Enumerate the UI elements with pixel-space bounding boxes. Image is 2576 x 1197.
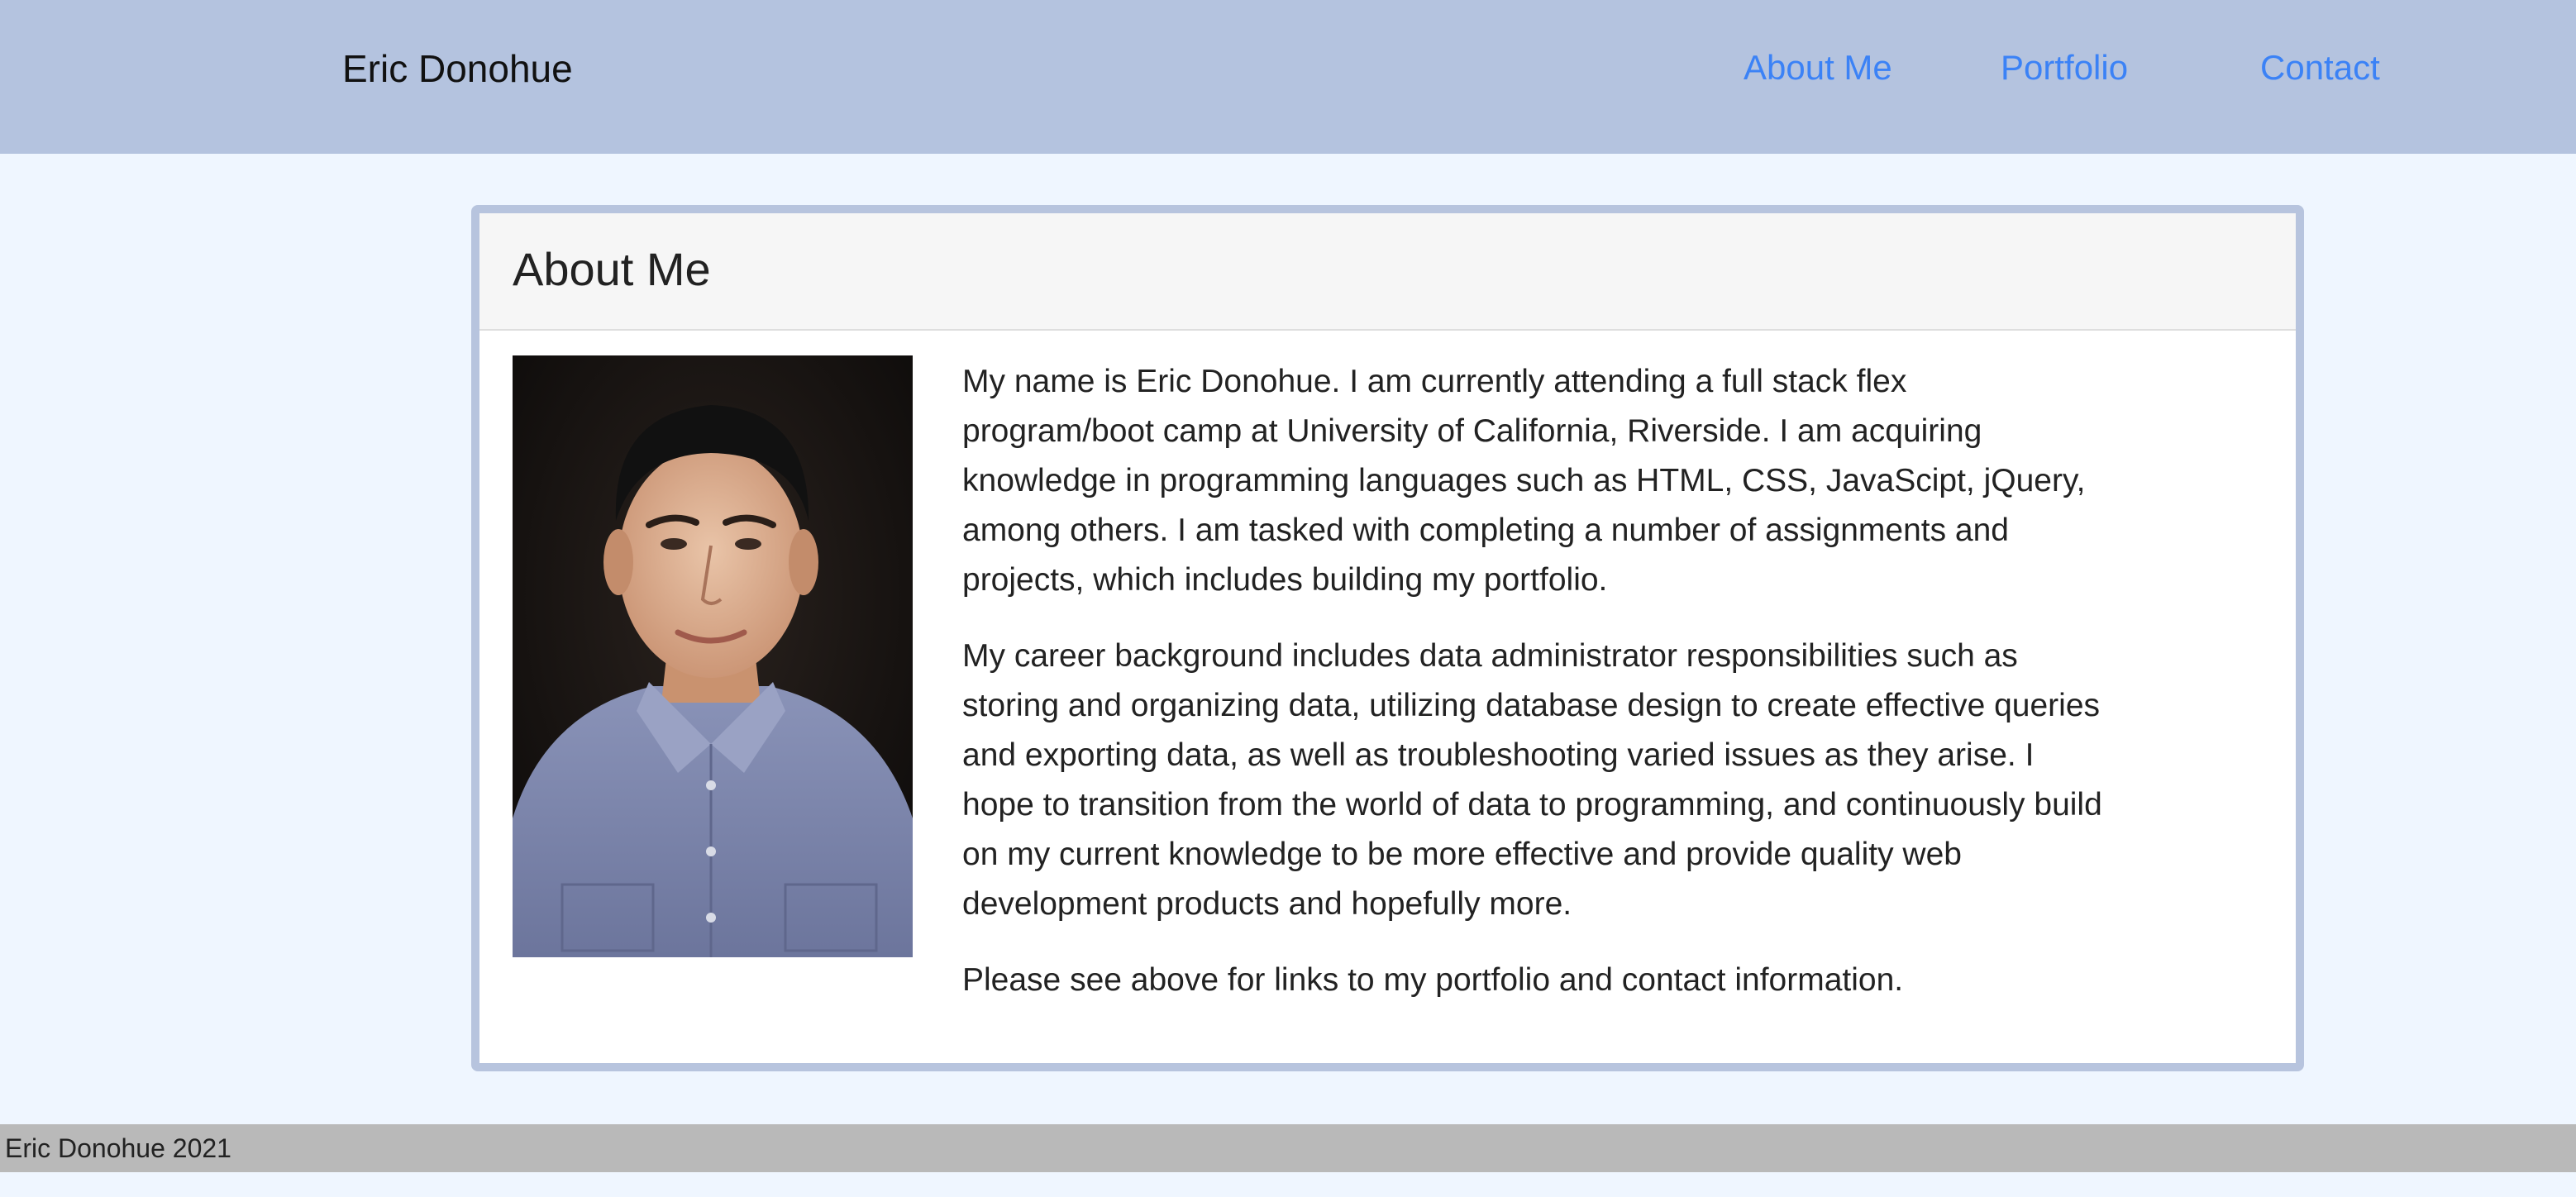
nav-link-about-me[interactable]: About Me [1744,45,1892,90]
footer-copyright: Eric Donohue 2021 [5,1133,231,1163]
profile-photo-graphic [513,355,913,957]
profile-photo [513,355,913,957]
brand-name: Eric Donohue [342,47,573,90]
card-title: About Me [513,243,711,295]
site-header: Eric Donohue About Me Portfolio Contact [0,0,2576,154]
card-header: About Me [479,213,2296,331]
about-me-card: About Me My name is Eric Donohue. I am c… [471,205,2304,1071]
site-footer: Eric Donohue 2021 [0,1124,2576,1172]
nav-link-contact[interactable]: Contact [2260,45,2380,90]
bio-paragraph-career: My career background includes data admin… [962,638,2102,922]
nav-link-portfolio[interactable]: Portfolio [2001,45,2128,90]
bio-paragraph-links: Please see above for links to my portfol… [962,962,1904,998]
bio-paragraph-intro: My name is Eric Donohue. I am currently … [962,364,2086,598]
bio-text: My name is Eric Donohue. I am currently … [962,357,2103,1032]
